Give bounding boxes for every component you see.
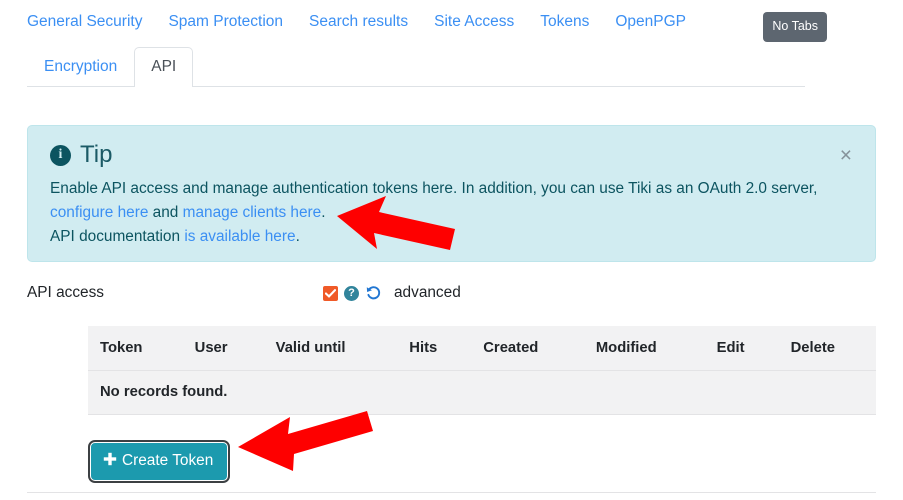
tip-line-1: Enable API access and manage authenticat… xyxy=(50,177,853,201)
tab-api[interactable]: API xyxy=(134,47,194,87)
tip-header: i Tip xyxy=(50,143,853,167)
column-header-hits[interactable]: Hits xyxy=(397,326,472,371)
tokens-table: Token User Valid until Hits Created Modi… xyxy=(88,326,876,415)
tip-link-is-available-here[interactable]: is available here xyxy=(184,228,295,245)
tip-line-2: configure here and manage clients here. xyxy=(50,201,853,225)
tip-line-2-end: . xyxy=(321,204,326,221)
create-token-button[interactable]: Create Token xyxy=(87,440,231,483)
tip-line-1-text: Enable API access and manage authenticat… xyxy=(50,180,818,197)
tip-line-3-end: . xyxy=(295,228,300,245)
column-header-valid-until[interactable]: Valid until xyxy=(263,326,398,371)
column-header-modified[interactable]: Modified xyxy=(583,326,705,371)
settings-tab-strip: Encryption API xyxy=(27,47,805,87)
tokens-table-head: Token User Valid until Hits Created Modi… xyxy=(88,326,876,371)
close-icon[interactable]: × xyxy=(836,143,856,168)
nav-link-general-security[interactable]: General Security xyxy=(27,12,142,32)
nav-link-spam-protection[interactable]: Spam Protection xyxy=(168,12,283,32)
column-header-user[interactable]: User xyxy=(182,326,264,371)
nav-link-search-results[interactable]: Search results xyxy=(309,12,408,32)
tip-line-3-text: API documentation xyxy=(50,228,185,245)
nav-link-tokens[interactable]: Tokens xyxy=(540,12,589,32)
tab-encryption[interactable]: Encryption xyxy=(27,47,134,86)
annotation-arrow-create-token xyxy=(238,411,373,471)
nav-link-site-access[interactable]: Site Access xyxy=(434,12,514,32)
tip-body: Enable API access and manage authenticat… xyxy=(50,177,853,249)
column-header-delete[interactable]: Delete xyxy=(778,326,876,371)
info-circle-icon: i xyxy=(50,144,71,166)
tip-link-manage-clients-here[interactable]: manage clients here xyxy=(183,204,322,221)
tip-line-3: API documentation is available here. xyxy=(50,225,853,249)
tip-title: Tip xyxy=(80,141,113,168)
tip-line-2-mid: and xyxy=(148,204,183,221)
table-row-empty: No records found. xyxy=(88,370,876,415)
empty-message: No records found. xyxy=(88,370,876,415)
top-settings-nav: General Security Spam Protection Search … xyxy=(27,12,827,46)
no-tabs-button[interactable]: No Tabs xyxy=(763,12,827,42)
tokens-table-body: No records found. xyxy=(88,370,876,415)
plus-icon xyxy=(103,452,117,470)
help-icon[interactable]: ? xyxy=(344,285,359,301)
create-token-label: Create Token xyxy=(122,452,214,469)
api-access-controls: ? advanced xyxy=(323,282,461,304)
nav-link-openpgp[interactable]: OpenPGP xyxy=(615,12,686,32)
api-access-label: API access xyxy=(27,284,104,301)
column-header-edit[interactable]: Edit xyxy=(704,326,779,371)
api-access-checkbox[interactable] xyxy=(323,285,338,301)
tip-alert: i Tip × Enable API access and manage aut… xyxy=(27,125,876,262)
table-header-row: Token User Valid until Hits Created Modi… xyxy=(88,326,876,371)
page-root: General Security Spam Protection Search … xyxy=(0,0,903,500)
column-header-created[interactable]: Created xyxy=(471,326,584,371)
bottom-divider xyxy=(27,492,876,493)
column-header-token[interactable]: Token xyxy=(88,326,183,371)
api-access-row: API access ? advanced xyxy=(27,280,876,306)
advanced-label: advanced xyxy=(394,284,461,301)
tip-link-configure-here[interactable]: configure here xyxy=(50,204,148,221)
undo-arrow-icon[interactable] xyxy=(366,285,382,301)
